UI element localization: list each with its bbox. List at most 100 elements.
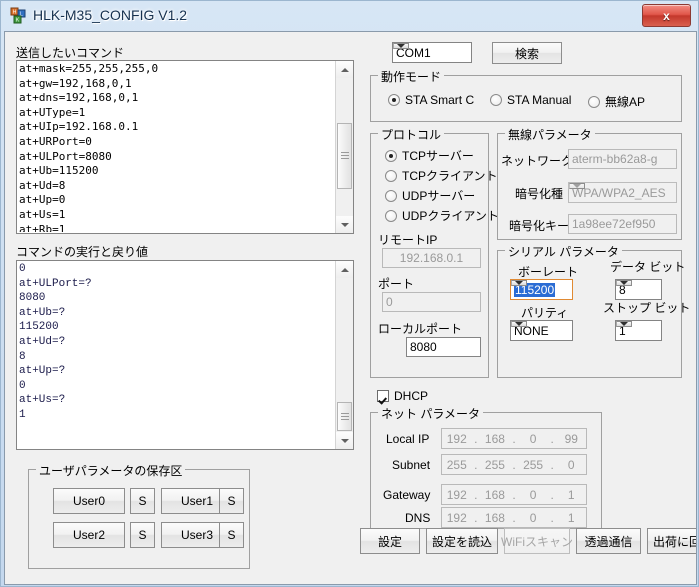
stop-bits-select[interactable]: 1 — [615, 320, 662, 341]
checkbox-check-icon — [377, 390, 389, 402]
radio-dot-icon — [385, 149, 397, 162]
port-label: ポート — [378, 277, 415, 291]
octet: 0 — [529, 510, 537, 525]
send-commands-text: at+mask=255,255,255,0 at+gw=192,168,0,1 … — [19, 62, 159, 232]
octet: 0 — [567, 457, 575, 472]
protocol-group-title: プロトコル — [378, 126, 445, 143]
svg-text:H: H — [13, 10, 17, 16]
user-params-group-title: ユーザパラメータの保存区 — [36, 462, 186, 479]
user-params-group: ユーザパラメータの保存区 User0 S User1 S User2 S Use… — [28, 462, 250, 569]
apply-settings-button[interactable]: 設定 — [360, 528, 420, 554]
user0-button[interactable]: User0 — [53, 488, 125, 514]
read-settings-button[interactable]: 設定を読込 — [426, 528, 498, 554]
local-port-input[interactable]: 8080 — [406, 337, 481, 357]
port-input[interactable]: 0 — [382, 292, 481, 312]
dhcp-checkbox[interactable]: DHCP — [377, 389, 428, 403]
dot-separator: . — [550, 487, 554, 502]
ssid-input[interactable]: aterm-bb62a8-g — [568, 149, 677, 169]
gateway-input[interactable]: 192 . 168 . 0 . 1 — [441, 484, 587, 505]
radio-label: STA Smart C — [405, 93, 475, 107]
dot-separator: . — [512, 487, 516, 502]
radio-sta-manual[interactable]: STA Manual — [490, 93, 571, 107]
chevron-down-icon[interactable] — [569, 183, 585, 189]
scroll-up-icon[interactable] — [336, 61, 353, 78]
dot-separator: . — [474, 487, 478, 502]
result-text: 0 at+ULPort=? 8080 at+Ub=? 115200 at+Ud=… — [19, 263, 92, 421]
radio-dot-icon — [490, 94, 502, 106]
send-commands-textarea[interactable]: at+mask=255,255,255,0 at+gw=192,168,0,1 … — [16, 60, 354, 234]
radio-wireless-ap[interactable]: 無線AP — [588, 93, 645, 110]
factory-reset-button[interactable]: 出荷に回復 — [647, 528, 696, 554]
close-button[interactable]: x — [642, 4, 691, 27]
enc-type-label: 暗号化種 — [515, 187, 564, 201]
octet: 168 — [484, 510, 505, 525]
radio-udp-client[interactable]: UDPクライアント — [385, 207, 499, 224]
enc-key-input[interactable]: 1a98ee72ef950 — [568, 214, 677, 234]
radio-tcp-server[interactable]: TCPサーバー — [385, 147, 474, 164]
network-params-group-title: ネット パラメータ — [378, 405, 483, 422]
radio-label: 無線AP — [605, 95, 646, 109]
parity-select[interactable]: NONE — [510, 320, 573, 341]
remote-ip-input[interactable]: 192.168.0.1 — [382, 248, 481, 268]
user2-save-button[interactable]: S — [130, 522, 155, 548]
stop-bits-label: ストップ ビット — [603, 301, 691, 315]
blocks-icon: H L K — [10, 7, 26, 24]
dot-separator: . — [550, 431, 554, 446]
enc-type-select[interactable]: WPA/WPA2_AES — [568, 182, 677, 203]
local-ip-input[interactable]: 192 . 168 . 0 . 99 — [441, 428, 587, 449]
radio-dot-icon — [388, 94, 400, 106]
octet: 99 — [564, 431, 578, 446]
baud-rate-select[interactable]: 115200 — [510, 279, 573, 300]
chevron-down-icon[interactable] — [511, 280, 527, 286]
user2-button[interactable]: User2 — [53, 522, 125, 548]
dialog-client-area: 送信したいコマンド at+mask=255,255,255,0 at+gw=19… — [4, 31, 697, 585]
octet: 255 — [484, 457, 505, 472]
chevron-down-icon[interactable] — [511, 321, 527, 327]
user0-save-button[interactable]: S — [130, 488, 155, 514]
octet: 1 — [567, 487, 575, 502]
chevron-down-icon[interactable] — [616, 280, 632, 286]
scroll-up-icon[interactable] — [336, 261, 353, 278]
com-port-select[interactable]: COM1 — [392, 42, 472, 63]
dot-separator: . — [550, 510, 554, 525]
subnet-label: Subnet — [392, 458, 431, 472]
result-scrollbar[interactable] — [335, 261, 353, 449]
scroll-down-icon[interactable] — [336, 432, 353, 449]
radio-tcp-client[interactable]: TCPクライアント — [385, 167, 498, 184]
dot-separator: . — [474, 457, 478, 472]
dot-separator: . — [512, 431, 516, 446]
scrollbar-thumb[interactable] — [337, 123, 352, 189]
scroll-down-icon[interactable] — [336, 216, 353, 233]
radio-label: UDPクライアント — [402, 209, 499, 223]
radio-dot-icon — [385, 189, 397, 202]
octet: 1 — [567, 510, 575, 525]
result-label: コマンドの実行と戻り値 — [16, 245, 149, 259]
result-textarea[interactable]: 0 at+ULPort=? 8080 at+Ub=? 115200 at+Ud=… — [16, 260, 354, 450]
chevron-down-icon[interactable] — [393, 43, 409, 49]
octet: 168 — [484, 431, 505, 446]
send-commands-label: 送信したいコマンド — [16, 46, 125, 60]
send-commands-scrollbar[interactable] — [335, 61, 353, 233]
user1-save-button[interactable]: S — [219, 488, 244, 514]
dot-separator: . — [550, 457, 554, 472]
dot-separator: . — [512, 457, 516, 472]
subnet-input[interactable]: 255 . 255 . 255 . 0 — [441, 454, 587, 475]
radio-udp-server[interactable]: UDPサーバー — [385, 187, 475, 204]
enc-type-value: WPA/WPA2_AES — [572, 185, 666, 200]
radio-sta-smart-c[interactable]: STA Smart C — [388, 93, 474, 107]
local-port-label: ローカルポート — [378, 322, 463, 336]
network-params-group: ネット パラメータ Local IP 192 . 168 . 0 . 99 Su… — [370, 405, 602, 529]
application-window: H L K HLK-M35_CONFIG V1.2 x 送信したいコマンド at… — [0, 0, 699, 587]
dns-label: DNS — [405, 511, 431, 525]
transparent-transmission-button[interactable]: 透過通信 — [576, 528, 641, 554]
wifi-scan-button: WiFiスキャン — [501, 528, 573, 554]
user3-save-button[interactable]: S — [219, 522, 244, 548]
search-button[interactable]: 検索 — [492, 42, 562, 64]
operation-mode-group: 動作モード STA Smart C STA Manual 無線AP — [370, 68, 682, 122]
scrollbar-thumb[interactable] — [337, 402, 352, 431]
radio-label: STA Manual — [507, 93, 572, 107]
chevron-down-icon[interactable] — [616, 321, 632, 327]
dns-input[interactable]: 192 . 168 . 0 . 1 — [441, 507, 587, 528]
data-bits-select[interactable]: 8 — [615, 279, 662, 300]
dot-separator: . — [474, 431, 478, 446]
